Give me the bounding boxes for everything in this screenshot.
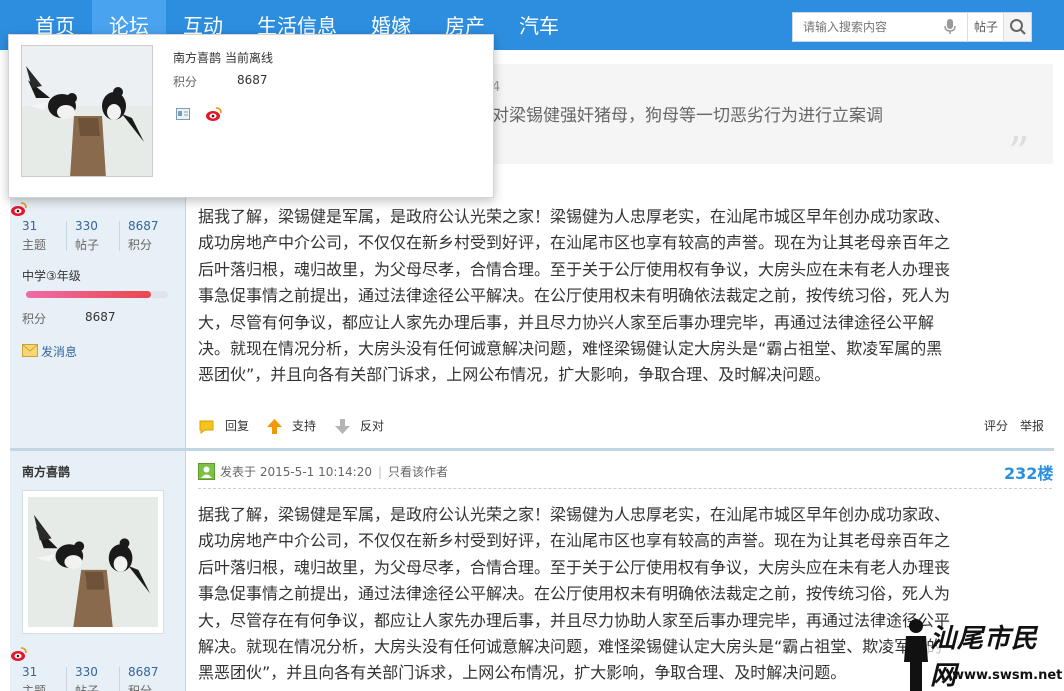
stat-credits[interactable]: 8687 积分 [128, 665, 178, 691]
credit-label: 积分 [22, 312, 47, 326]
credit-value: 8687 [85, 310, 116, 324]
weibo-icon[interactable] [205, 105, 223, 123]
magpie-avatar-image [22, 46, 152, 176]
stat-label: 积分 [128, 684, 153, 691]
quote-text: 对梁锡健强奸猪母，狗母等一切恶劣行为进行立案调 [492, 106, 883, 126]
search-box: 帖子 ▼ [792, 12, 1032, 63]
stat-divider [66, 221, 67, 251]
stat-label: 帖子 [75, 684, 100, 691]
search-type-select[interactable]: 帖子 ▼ [967, 13, 1005, 63]
stat-number: 31 [22, 665, 38, 679]
search-type-label: 帖子 [974, 20, 999, 34]
stat-label: 帖子 [75, 238, 100, 252]
popup-online-status: 当前离线 [225, 51, 274, 65]
nav-item-auto[interactable]: 汽车 [502, 0, 576, 50]
stat-number: 8687 [128, 219, 159, 233]
stat-posts[interactable]: 330 帖子 [75, 665, 125, 691]
stat-label: 主题 [22, 684, 47, 691]
post-line: 据我了解，梁锡健是军属，是政府公认光荣之家！梁锡健为人忠厚老实，在汕尾市城区早年… [198, 505, 951, 524]
envelope-icon [22, 344, 38, 357]
send-message-link[interactable]: 发消息 [41, 343, 77, 360]
magpie-avatar-image [28, 497, 158, 627]
reply-button[interactable]: 回复 [225, 416, 249, 436]
post-timestamp: 发表于 2015-5-1 10:14:20 [220, 465, 372, 479]
report-button[interactable]: 举报 [1020, 416, 1044, 436]
popup-credit-label: 积分 [173, 75, 198, 89]
post-header-divider [198, 488, 1052, 489]
stat-number: 330 [75, 665, 98, 679]
author-name[interactable]: 南方喜鹊 [22, 463, 70, 480]
post-line: 大，尽管有何争议，都应让人家先办理后事，并且尽力协兴人家至后事办理完毕，再通过法… [198, 312, 935, 332]
stat-number: 31 [22, 219, 38, 233]
post-line: 据我了解，梁锡健是军属，是政府公认光荣之家！梁锡健为人忠厚老实，在汕尾市城区早年… [198, 207, 951, 226]
site-watermark-logo: 汕尾市民网 www.swsm.net [900, 616, 1064, 691]
stat-divider [66, 667, 67, 691]
stat-number: 330 [75, 219, 98, 233]
stat-divider [119, 221, 120, 251]
stat-label: 积分 [128, 238, 153, 252]
arrow-up-icon[interactable] [266, 418, 283, 435]
online-status-icon [198, 463, 215, 480]
stat-number: 8687 [128, 665, 159, 679]
only-author-link[interactable]: 只看该作者 [388, 465, 448, 479]
watermark-url: www.swsm.net [952, 668, 1063, 683]
post-header: 发表于 2015-5-1 10:14:20 | 只看该作者 [220, 463, 448, 480]
popup-username[interactable]: 南方喜鹊 [173, 51, 221, 65]
profile-card-icon[interactable] [176, 108, 190, 120]
search-button[interactable] [1003, 13, 1031, 41]
level-progress-bar [26, 291, 168, 298]
quote-close-mark-icon: ” [1008, 128, 1030, 177]
post-line: 恶团伙”，并且向各有关部门诉求，上网公布情况，扩大影响，争取合理、及时解决问题。 [198, 365, 831, 385]
rate-button[interactable]: 评分 [984, 416, 1008, 436]
stat-divider [119, 667, 120, 691]
support-button[interactable]: 支持 [292, 416, 316, 436]
stat-posts[interactable]: 330 帖子 [75, 219, 125, 253]
post-line: 成功房地产中介公司，不仅仅在新乡村受到好评，在汕尾市区也享有较高的声誉。现在为让… [198, 531, 951, 551]
stat-label: 主题 [22, 238, 47, 252]
header-separator: | [378, 465, 383, 479]
post-action-bar: 回复 支持 反对 评分 举报 [198, 416, 1052, 438]
weibo-icon[interactable] [10, 646, 28, 662]
post-body: 据我了解，梁锡健是军属，是政府公认光荣之家！梁锡健为人忠厚老实，在汕尾市城区早年… [198, 204, 1056, 389]
floor-number[interactable]: 232楼 [1004, 460, 1053, 484]
user-level[interactable]: 中学③年级 [22, 267, 81, 284]
post-line: 成功房地产中介公司，不仅仅在新乡村受到好评，在汕尾市区也享有较高的声誉。现在为让… [198, 233, 951, 253]
post-divider [10, 448, 1054, 451]
post-line: 事急促事情之前提出，通过法律途径公平解决。在公厅使用权未有明确依法裁定之前，按传… [198, 286, 951, 306]
search-icon [1010, 19, 1026, 35]
stat-credits[interactable]: 8687 积分 [128, 219, 178, 253]
user-profile-popup: 南方喜鹊 当前离线 积分 8687 [8, 34, 494, 198]
microphone-icon[interactable] [943, 19, 957, 35]
arrow-down-icon[interactable] [334, 418, 351, 435]
post-line: 决。就现在情况分析，大房头没有任何诚意解决问题，难怪梁锡健认定大房头是“霸占祖堂… [198, 339, 943, 359]
search-input[interactable] [793, 13, 943, 41]
post-line: 后叶落归根，魂归故里，为父母尽孝，合情合理。至于关于公厅使用权有争议，大房头应在… [198, 259, 951, 279]
stat-threads[interactable]: 31 主题 [22, 665, 72, 691]
popup-user-line: 南方喜鹊 当前离线 [173, 49, 273, 66]
reply-bubble-icon[interactable] [198, 418, 215, 435]
oppose-button[interactable]: 反对 [360, 416, 384, 436]
stat-threads[interactable]: 31 主题 [22, 219, 72, 253]
post-line: 事急促事情之前提出，通过法律途径公平解决。在公厅使用权未有明确依法裁定之前，按传… [198, 584, 951, 604]
popup-credit-value: 8687 [237, 73, 268, 87]
weibo-icon[interactable] [10, 201, 28, 217]
author-avatar[interactable] [22, 490, 164, 634]
post-line: 后叶落归根，魂归故里，为父母尽孝，合情合理。至于关于公厅使用权有争议，大房头应在… [198, 557, 951, 577]
popup-avatar[interactable] [21, 45, 153, 177]
level-progress-fill [26, 291, 151, 298]
